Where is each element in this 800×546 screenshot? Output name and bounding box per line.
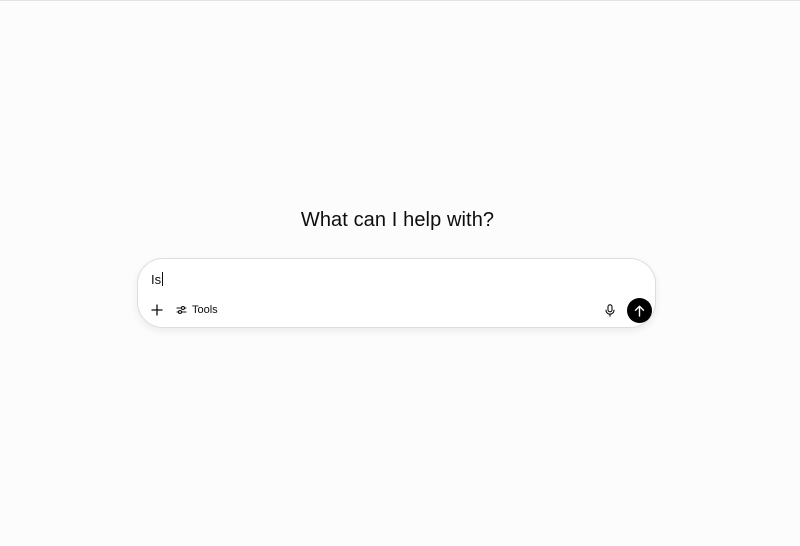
sliders-icon — [176, 305, 187, 315]
dictate-button[interactable] — [599, 299, 621, 321]
page-title: What can I help with? — [300, 209, 495, 231]
top-divider — [0, 0, 800, 1]
tools-button[interactable]: Tools — [172, 299, 224, 321]
prompt-text: Is — [151, 271, 162, 287]
text-caret — [162, 272, 164, 286]
prompt-composer[interactable]: Is Tools — [137, 258, 656, 328]
add-attachment-button[interactable] — [146, 299, 168, 321]
tools-label: Tools — [192, 304, 218, 316]
arrow-up-icon — [634, 305, 645, 317]
send-button[interactable] — [627, 298, 652, 323]
plus-icon — [151, 304, 163, 316]
microphone-icon — [605, 303, 615, 317]
prompt-input[interactable]: Is — [151, 271, 164, 287]
